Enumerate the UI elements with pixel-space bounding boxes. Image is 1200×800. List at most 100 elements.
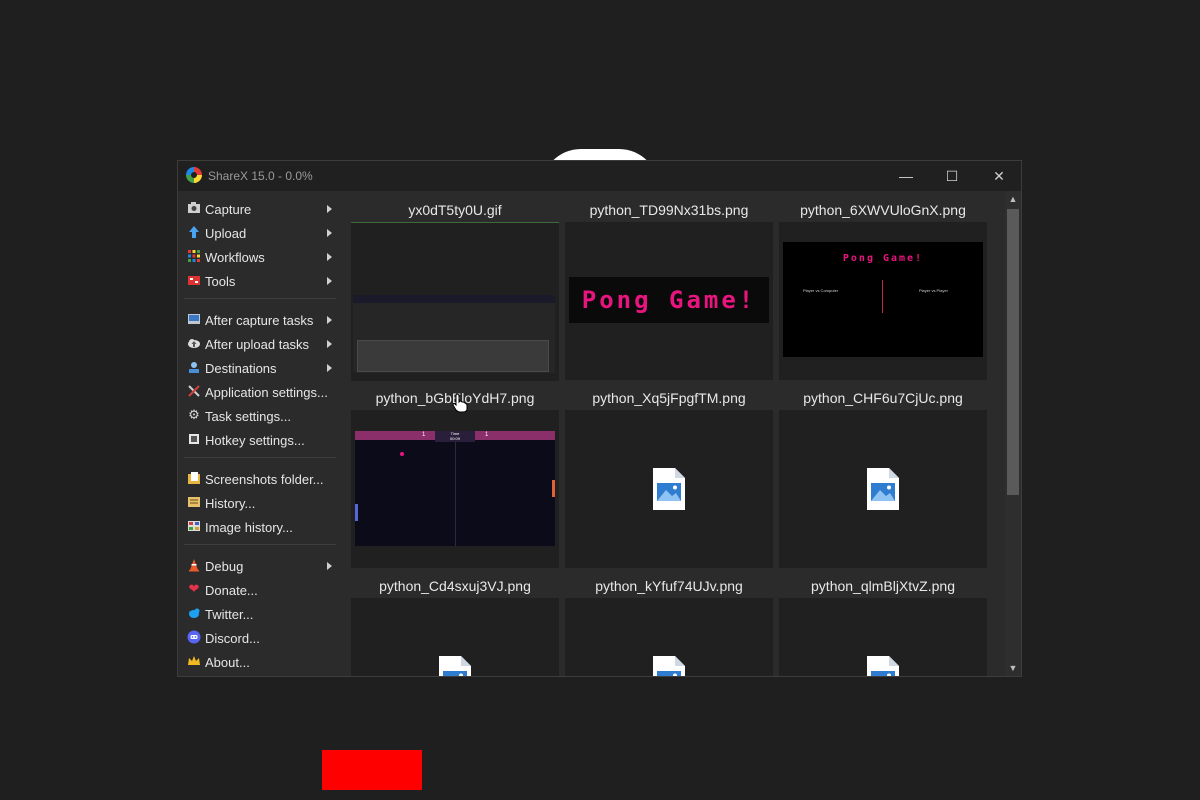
menu-separator <box>184 457 336 458</box>
sharex-main-window: ShareX 15.0 - 0.0% — ☐ ✕ Capture Upload … <box>177 160 1022 677</box>
image-file-icon <box>653 656 685 676</box>
file-tile[interactable]: Pong Game! <box>565 222 773 380</box>
image-file-icon <box>867 468 899 510</box>
menu-item-twitter[interactable]: Twitter... <box>178 603 350 625</box>
menu-label: About... <box>205 655 250 670</box>
image-file-icon <box>439 656 471 676</box>
menu-item-after-upload-tasks[interactable]: After upload tasks <box>178 333 350 355</box>
menu-item-donate[interactable]: ❤ Donate... <box>178 579 350 601</box>
file-name: python_TD99Nx31bs.png <box>589 202 749 218</box>
menu-item-upload[interactable]: Upload <box>178 222 350 244</box>
submenu-arrow-icon <box>327 277 332 285</box>
minimize-button[interactable]: — <box>883 161 929 191</box>
menu-item-hotkey-settings[interactable]: Hotkey settings... <box>178 429 350 451</box>
menu-label: Screenshots folder... <box>205 472 324 487</box>
maximize-button[interactable]: ☐ <box>929 161 975 191</box>
hand-cursor-icon <box>452 393 468 413</box>
main-menu: Capture Upload Workflows Tools After cap… <box>178 191 350 676</box>
menu-label: Task settings... <box>205 409 291 424</box>
file-name: python_CHF6u7CjUc.png <box>803 390 963 406</box>
pong-left-paddle <box>355 504 358 521</box>
file-name: python_kYfuf74UJv.png <box>595 578 743 594</box>
menu-label: Capture <box>205 202 252 217</box>
title-bar[interactable]: ShareX 15.0 - 0.0% — ☐ ✕ <box>178 161 1021 191</box>
pong-score-left: 1 <box>422 432 426 438</box>
file-name: yx0dT5ty0U.gif <box>408 202 502 218</box>
heart-icon: ❤ <box>188 581 200 596</box>
submenu-arrow-icon <box>327 316 332 324</box>
menu-item-task-settings[interactable]: ⚙ Task settings... <box>178 405 350 427</box>
submenu-arrow-icon <box>327 364 332 372</box>
pong-right-paddle <box>552 480 555 497</box>
file-tile[interactable] <box>779 410 987 568</box>
menu-label: Hotkey settings... <box>205 433 305 448</box>
menu-item-image-history[interactable]: Image history... <box>178 516 350 538</box>
file-tile[interactable] <box>779 598 987 676</box>
pong-menu-preview: Pong Game! Player vs Computer Player vs … <box>783 242 983 357</box>
menu-item-history[interactable]: History... <box>178 492 350 514</box>
keyboard-icon <box>187 432 201 446</box>
menu-item-about[interactable]: About... <box>178 651 350 673</box>
twitter-bird-icon <box>187 606 201 620</box>
submenu-arrow-icon <box>327 253 332 261</box>
destinations-icon <box>187 360 201 374</box>
window-title: ShareX 15.0 - 0.0% <box>208 169 313 183</box>
menu-item-workflows[interactable]: Workflows <box>178 246 350 268</box>
upload-arrow-icon <box>187 225 201 239</box>
scroll-down-arrow-icon[interactable]: ▼ <box>1005 660 1021 676</box>
scrollbar-thumb[interactable] <box>1007 209 1019 495</box>
menu-item-tools[interactable]: Tools <box>178 270 350 292</box>
crown-icon <box>187 654 201 668</box>
preview-window <box>357 340 549 372</box>
menu-item-capture[interactable]: Capture <box>178 198 350 220</box>
file-tile[interactable] <box>351 222 559 381</box>
menu-item-discord[interactable]: Discord... <box>178 627 350 649</box>
menu-label: After upload tasks <box>205 337 310 352</box>
menu-item-destinations[interactable]: Destinations <box>178 357 350 379</box>
menu-item-application-settings[interactable]: Application settings... <box>178 381 350 403</box>
menu-label: After capture tasks <box>205 313 314 328</box>
menu-label: Workflows <box>205 250 265 265</box>
menu-label: Upload <box>205 226 247 241</box>
pong-center-line <box>455 442 456 546</box>
gear-icon: ⚙ <box>188 407 200 422</box>
after-capture-icon <box>187 312 201 326</box>
menu-label: Image history... <box>205 520 293 535</box>
pong-timer-value: 00:09 <box>449 436 460 441</box>
menu-item-debug[interactable]: Debug <box>178 555 350 577</box>
menu-item-after-capture-tasks[interactable]: After capture tasks <box>178 309 350 331</box>
menu-separator <box>184 298 336 299</box>
vertical-scrollbar[interactable]: ▲ ▼ <box>1005 191 1021 676</box>
desktop-screenshot-preview <box>353 295 555 373</box>
folder-icon <box>187 471 201 485</box>
pong-menu-option-left: Player vs Computer <box>803 288 839 293</box>
file-tile[interactable]: 1 1 Time 00:09 <box>351 410 559 568</box>
menu-separator <box>184 544 336 545</box>
preview-taskbar <box>353 295 555 303</box>
cloud-upload-icon <box>187 336 201 350</box>
menu-label: History... <box>205 496 256 511</box>
scroll-up-arrow-icon[interactable]: ▲ <box>1005 191 1021 207</box>
image-file-icon <box>867 656 899 676</box>
submenu-arrow-icon <box>327 205 332 213</box>
menu-label: Application settings... <box>205 385 328 400</box>
menu-item-screenshots-folder[interactable]: Screenshots folder... <box>178 468 350 490</box>
menu-label: Tools <box>205 274 236 289</box>
submenu-arrow-icon <box>327 340 332 348</box>
close-button[interactable]: ✕ <box>976 161 1022 191</box>
file-tile[interactable]: Pong Game! Player vs Computer Player vs … <box>779 222 987 380</box>
file-tile[interactable] <box>565 598 773 676</box>
pong-score-right: 1 <box>485 432 489 438</box>
file-tile[interactable] <box>565 410 773 568</box>
red-rectangle <box>322 750 422 790</box>
workflows-grid-icon <box>187 249 201 263</box>
file-tile[interactable] <box>351 598 559 676</box>
pong-banner-preview: Pong Game! <box>569 277 769 323</box>
wrench-screwdriver-icon <box>187 384 201 398</box>
menu-label: Donate... <box>205 583 258 598</box>
menu-label: Destinations <box>205 361 277 376</box>
traffic-cone-icon <box>187 558 201 572</box>
discord-icon <box>187 630 201 644</box>
pong-menu-divider <box>882 280 883 313</box>
image-file-icon <box>653 468 685 510</box>
